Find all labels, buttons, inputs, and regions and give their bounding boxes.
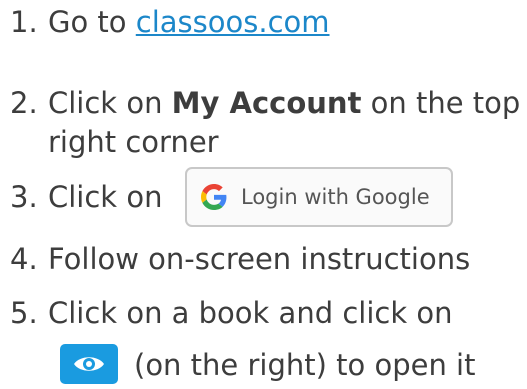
step-text-suffix: on the top xyxy=(361,86,521,120)
step-number: 5. xyxy=(10,296,38,330)
step-number: 3. xyxy=(10,180,38,214)
step-text: Click on xyxy=(48,86,172,120)
classoos-link[interactable]: classoos.com xyxy=(136,5,330,39)
login-with-google-button[interactable]: Login with Google xyxy=(185,167,453,227)
step-text: Go to xyxy=(48,5,136,39)
view-book-button[interactable] xyxy=(60,344,118,384)
step-5-continuation: (on the right) to open it xyxy=(134,348,476,382)
step-5: 5. Click on a book and click on xyxy=(0,293,452,333)
step-3: 3. Click on xyxy=(0,177,162,217)
step-text: Follow on-screen instructions xyxy=(48,242,471,276)
login-with-google-label: Login with Google xyxy=(241,185,430,209)
step-4: 4. Follow on-screen instructions xyxy=(0,239,470,279)
step-number: 4. xyxy=(10,242,38,276)
my-account-label: My Account xyxy=(171,86,362,120)
step-number: 2. xyxy=(10,86,38,120)
step-text: Click on xyxy=(48,180,163,214)
step-number: 1. xyxy=(10,5,38,39)
eye-icon xyxy=(74,357,104,371)
step-2: 2. Click on My Account on the top xyxy=(0,83,520,123)
step-2-continuation: right corner xyxy=(48,125,219,159)
google-g-icon xyxy=(201,184,227,210)
step-text: Click on a book and click on xyxy=(48,296,453,330)
instruction-list: 1. Go to classoos.com 2. Click on My Accou… xyxy=(0,0,527,389)
step-1: 1. Go to classoos.com xyxy=(0,2,330,42)
